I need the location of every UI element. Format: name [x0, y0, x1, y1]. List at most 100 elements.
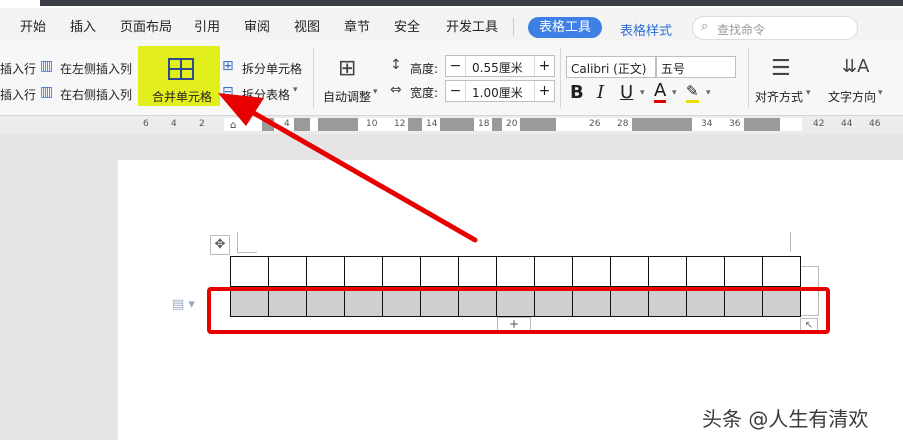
table-cell[interactable]: [268, 256, 307, 287]
split-table-icon: ⊟: [222, 84, 234, 100]
underline-dropdown-icon[interactable]: ▾: [640, 88, 645, 98]
table-cell[interactable]: [306, 256, 345, 287]
search-icon: ⌕: [701, 19, 709, 34]
split-table-dropdown-icon[interactable]: ▾: [293, 85, 298, 95]
watermark-text: 头条 @人生有清欢: [702, 407, 869, 431]
ribbon-divider: [560, 48, 561, 108]
ruler-indent-marker-icon[interactable]: ⌂: [230, 120, 236, 131]
ribbon-divider: [313, 48, 314, 108]
ruler-tick: 6: [143, 119, 149, 129]
table-cell[interactable]: [572, 256, 611, 287]
ruler-tick: 44: [841, 119, 853, 129]
ruler-tick: 26: [589, 119, 601, 129]
width-value[interactable]: 1.00厘米: [472, 84, 523, 101]
table-row: [230, 256, 801, 287]
ruler-tick: 4: [284, 119, 290, 129]
font-color-button[interactable]: A: [654, 82, 667, 103]
table-cell[interactable]: [648, 256, 687, 287]
table-cell[interactable]: [610, 256, 649, 287]
table-cell[interactable]: [344, 256, 383, 287]
merge-cells-icon: [168, 58, 194, 80]
font-size-select[interactable]: 五号: [656, 56, 736, 78]
insert-col-right-button[interactable]: 在右侧插入列: [60, 86, 132, 103]
ribbon-divider: [748, 48, 749, 108]
bold-button[interactable]: B: [570, 82, 584, 103]
split-cells-icon: ⊞: [222, 58, 234, 74]
text-direction-icon: ⇊A: [842, 56, 870, 77]
align-icon: ☰: [771, 56, 791, 81]
col-width-stepper[interactable]: − 1.00厘米 +: [445, 80, 555, 102]
ruler-tick: 46: [869, 119, 881, 129]
auto-adjust-icon: ⊞: [338, 56, 357, 81]
table-cell[interactable]: [230, 256, 269, 287]
table-cell[interactable]: [496, 256, 535, 287]
align-dropdown-icon[interactable]: ▾: [806, 88, 811, 98]
highlight-dropdown-icon[interactable]: ▾: [706, 88, 711, 98]
menu-start[interactable]: 开始: [20, 16, 46, 35]
menu-security[interactable]: 安全: [394, 16, 420, 35]
menu-bar: 开始 插入 页面布局 引用 审阅 视图 章节 安全 开发工具 表格工具 表格样式…: [0, 8, 903, 40]
menu-references[interactable]: 引用: [194, 16, 220, 35]
ruler-tick: 18: [478, 119, 490, 129]
row-height-icon: ↕: [390, 57, 402, 73]
table-move-handle-icon[interactable]: ✥: [210, 235, 230, 255]
italic-button[interactable]: I: [597, 82, 604, 103]
insert-row-above-button[interactable]: 插入行: [0, 60, 36, 77]
font-color-dropdown-icon[interactable]: ▾: [672, 88, 677, 98]
menu-view[interactable]: 视图: [294, 16, 320, 35]
ruler-tick: 34: [701, 119, 713, 129]
table-cell[interactable]: [420, 256, 459, 287]
ruler-tick: 14: [426, 119, 438, 129]
paragraph-menu-icon[interactable]: ▤ ▾: [172, 297, 195, 312]
tab-table-tools[interactable]: 表格工具: [528, 17, 602, 38]
table-cell[interactable]: [382, 256, 421, 287]
split-cells-button[interactable]: 拆分单元格: [242, 60, 302, 77]
text-direction-dropdown-icon[interactable]: ▾: [878, 88, 883, 98]
ruler-tick: 10: [366, 119, 378, 129]
underline-button[interactable]: U: [620, 82, 633, 103]
text-direction-button[interactable]: 文字方向: [828, 88, 876, 105]
height-value[interactable]: 0.55厘米: [472, 59, 523, 76]
menu-page-layout[interactable]: 页面布局: [120, 16, 172, 35]
ruler-tick: 12: [394, 119, 406, 129]
ruler-tick: 4: [171, 119, 177, 129]
height-label: 高度:: [410, 62, 439, 76]
width-increase-button[interactable]: +: [534, 81, 554, 101]
height-decrease-button[interactable]: −: [446, 56, 466, 76]
ruler-tick: 28: [617, 119, 629, 129]
tab-table-style[interactable]: 表格样式: [620, 20, 672, 39]
search-input[interactable]: ⌕ 查找命令: [692, 16, 858, 40]
insert-col-right-icon: ▥: [40, 84, 54, 100]
insert-row-below-button[interactable]: 插入行: [0, 86, 36, 103]
menu-chapter[interactable]: 章节: [344, 16, 370, 35]
align-button[interactable]: 对齐方式: [755, 88, 803, 105]
insert-col-left-icon: ▥: [40, 58, 54, 74]
col-width-icon: ⇔: [390, 82, 402, 98]
horizontal-ruler: 6 4 2 4 10 12 14 18 20 26 28 34 36 42 44…: [0, 116, 903, 134]
table-cell[interactable]: [724, 256, 763, 287]
ruler-tick: 36: [729, 119, 741, 129]
ruler-tick: 42: [813, 119, 825, 129]
search-placeholder: 查找命令: [717, 23, 766, 37]
menu-developer[interactable]: 开发工具: [446, 16, 498, 35]
auto-adjust-button[interactable]: 自动调整: [323, 88, 371, 105]
ruler-tick: 20: [506, 119, 518, 129]
auto-adjust-dropdown-icon[interactable]: ▾: [373, 87, 378, 97]
ruler-tick: 2: [199, 119, 205, 129]
title-bar: [0, 0, 903, 8]
insert-col-left-button[interactable]: 在左侧插入列: [60, 60, 132, 77]
highlight-icon[interactable]: ✎: [686, 82, 699, 103]
split-table-button[interactable]: 拆分表格: [242, 86, 290, 103]
row-height-stepper[interactable]: − 0.55厘米 +: [445, 55, 555, 77]
table-cell[interactable]: [762, 256, 801, 287]
font-name-select[interactable]: Calibri (正文): [566, 56, 656, 78]
table-cell[interactable]: [686, 256, 725, 287]
height-increase-button[interactable]: +: [534, 56, 554, 76]
menu-review[interactable]: 审阅: [244, 16, 270, 35]
width-decrease-button[interactable]: −: [446, 81, 466, 101]
table-cell[interactable]: [458, 256, 497, 287]
merge-cells-button[interactable]: 合并单元格: [152, 88, 212, 105]
width-label: 宽度:: [410, 86, 439, 100]
menu-insert[interactable]: 插入: [70, 16, 96, 35]
table-cell[interactable]: [534, 256, 573, 287]
